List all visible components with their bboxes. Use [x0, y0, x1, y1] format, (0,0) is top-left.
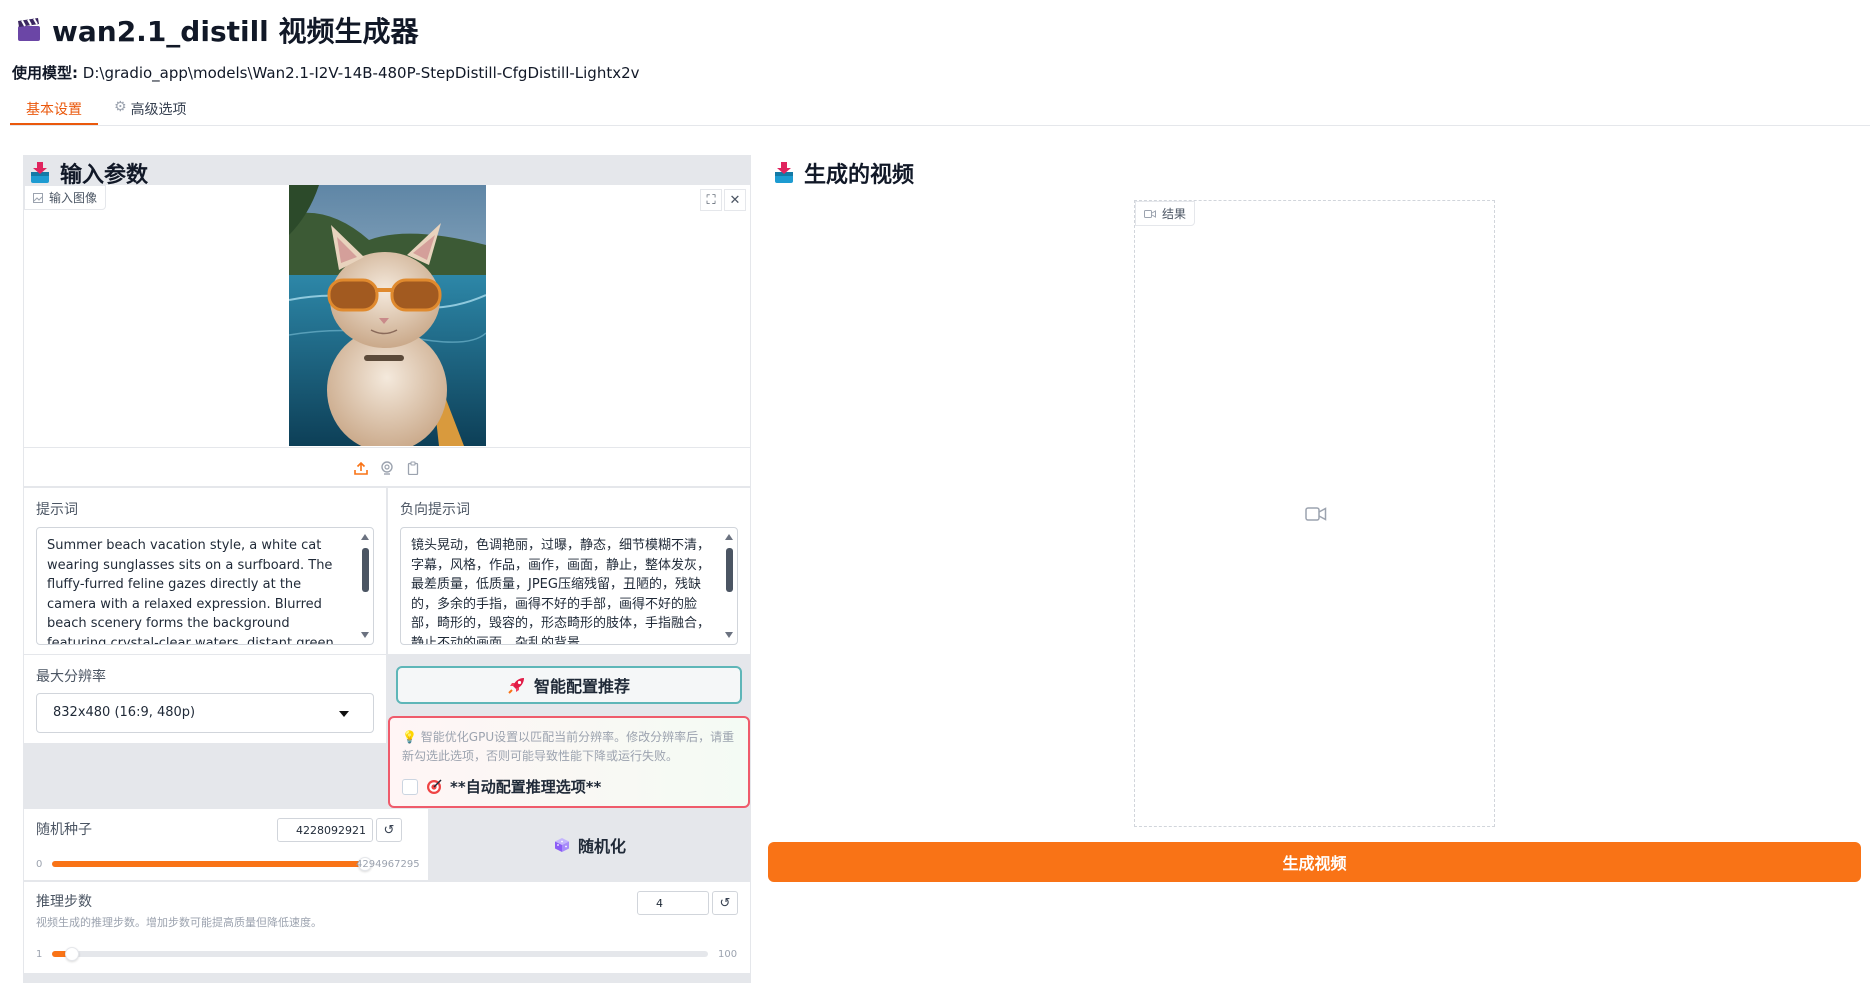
image-label-text: 输入图像 — [49, 191, 98, 205]
model-info: 使用模型: D:\gradio_app\models\Wan2.1-I2V-14… — [12, 62, 640, 83]
steps-field: 推理步数 视频生成的推理步数。增加步数可能提高质量但降低速度。 4 ↺ 1 10… — [24, 882, 750, 974]
seed-slider[interactable] — [52, 857, 373, 871]
seed-value: 4228092921 — [296, 824, 366, 837]
auto-config-checkbox[interactable] — [402, 778, 418, 795]
resolution-dropdown[interactable]: 832x480 (16:9, 480p) — [36, 693, 374, 733]
input-image-preview — [289, 185, 486, 446]
seed-input[interactable]: 4228092921 — [277, 818, 373, 842]
video-placeholder-icon — [1305, 507, 1327, 521]
prompt-label: 提示词 — [36, 502, 78, 518]
inbox-tray-icon — [31, 162, 49, 183]
seed-min: 0 — [36, 859, 43, 870]
video-label-text: 结果 — [1162, 207, 1187, 221]
inbox-tray-icon — [775, 162, 793, 183]
steps-reset-icon[interactable]: ↺ — [712, 891, 738, 915]
video-label: 结果 — [1135, 201, 1196, 226]
steps-min: 1 — [36, 949, 43, 960]
image-toolbar: ⛶ ✕ — [700, 189, 746, 211]
tab-label: 高级选项 — [130, 102, 187, 118]
prompt-textarea[interactable]: Summer beach vacation style, a white cat… — [36, 527, 374, 645]
seed-max: 4294967295 — [356, 859, 420, 870]
upload-icon[interactable] — [354, 461, 368, 475]
output-panel-title-text: 生成的视频 — [804, 163, 915, 188]
clipboard-icon[interactable] — [406, 460, 420, 475]
prompt-field: 提示词 Summer beach vacation style, a white… — [24, 488, 386, 654]
upload-source-row — [24, 447, 750, 487]
resolution-label: 最大分辨率 — [36, 669, 106, 685]
randomize-button[interactable]: 随机化 — [430, 809, 750, 880]
chevron-down-icon — [339, 711, 349, 717]
resolution-field: 最大分辨率 832x480 (16:9, 480p) — [24, 655, 386, 743]
auto-config-box: 💡 智能优化GPU设置以匹配当前分辨率。修改分辨率后，请重新勾选此选项，否则可能… — [388, 716, 750, 808]
video-output[interactable]: 结果 — [1134, 200, 1495, 827]
auto-config-label: **自动配置推理选项** — [450, 778, 602, 796]
negative-prompt-scrollbar[interactable] — [725, 534, 733, 638]
app-title-text: wan2.1_distill 视频生成器 — [52, 15, 419, 48]
video-camera-icon — [1144, 209, 1156, 218]
dice-icon — [554, 837, 569, 852]
tab-advanced-options[interactable]: ⚙ 高级选项 — [98, 96, 203, 125]
tab-basic-settings[interactable]: 基本设置 — [10, 96, 98, 125]
model-path: D:\gradio_app\models\Wan2.1-I2V-14B-480P… — [82, 64, 640, 82]
randomize-label: 随机化 — [577, 836, 626, 856]
negative-prompt-label: 负向提示词 — [400, 502, 470, 518]
image-icon — [33, 192, 43, 203]
negative-prompt-field: 负向提示词 镜头晃动，色调艳丽，过曝，静态，细节模糊不清，字幕，风格，作品，画作… — [388, 488, 750, 654]
tab-bar: 基本设置 ⚙ 高级选项 — [10, 96, 1870, 126]
image-label: 输入图像 — [24, 185, 107, 210]
resolution-value: 832x480 (16:9, 480p) — [53, 705, 196, 720]
model-label: 使用模型: — [12, 64, 78, 82]
output-panel-title: 生成的视频 — [774, 157, 914, 189]
steps-max: 100 — [718, 949, 738, 960]
auto-config-checkbox-row[interactable]: **自动配置推理选项** — [402, 776, 601, 797]
seed-reset-icon[interactable]: ↺ — [376, 818, 402, 842]
steps-slider[interactable] — [52, 947, 708, 961]
panel-divider — [23, 974, 751, 975]
gear-icon: ⚙ — [114, 99, 127, 115]
rocket-icon — [508, 678, 524, 694]
tab-label: 基本设置 — [26, 102, 82, 118]
auto-config-tip-text: 智能优化GPU设置以匹配当前分辨率。修改分辨率后，请重新勾选此选项，否则可能导致… — [402, 730, 735, 763]
app-title: wan2.1_distill 视频生成器 — [16, 10, 419, 50]
steps-input[interactable]: 4 — [637, 891, 709, 915]
seed-slider-fill — [52, 861, 366, 867]
smart-config-label: 智能配置推荐 — [533, 677, 630, 696]
clapper-icon — [18, 18, 40, 41]
steps-info: 视频生成的推理步数。增加步数可能提高质量但降低速度。 — [36, 916, 322, 929]
negative-prompt-text: 镜头晃动，色调艳丽，过曝，静态，细节模糊不清，字幕，风格，作品，画作，画面，静止… — [411, 538, 711, 645]
image-upload[interactable]: 输入图像 ⛶ ✕ — [24, 185, 750, 487]
smart-config-button[interactable]: 智能配置推荐 — [396, 666, 742, 704]
target-icon — [427, 778, 442, 794]
close-icon[interactable]: ✕ — [724, 189, 746, 211]
negative-prompt-textarea[interactable]: 镜头晃动，色调艳丽，过曝，静态，细节模糊不清，字幕，风格，作品，画作，画面，静止… — [400, 527, 738, 645]
steps-value: 4 — [656, 897, 663, 910]
fullscreen-icon[interactable]: ⛶ — [700, 189, 722, 211]
prompt-scrollbar[interactable] — [361, 534, 369, 638]
app-root: wan2.1_distill 视频生成器 使用模型: D:\gradio_app… — [0, 0, 1876, 983]
prompt-text: Summer beach vacation style, a white cat… — [47, 538, 334, 645]
lightbulb-icon: 💡 — [402, 730, 417, 744]
webcam-icon[interactable] — [380, 460, 394, 475]
steps-label: 推理步数 — [36, 894, 92, 910]
generate-video-button[interactable]: 生成视频 — [768, 842, 1861, 882]
generate-video-label: 生成视频 — [1282, 854, 1347, 873]
auto-config-tip: 💡 智能优化GPU设置以匹配当前分辨率。修改分辨率后，请重新勾选此选项，否则可能… — [402, 728, 742, 766]
steps-slider-handle[interactable] — [64, 947, 79, 961]
seed-label: 随机种子 — [36, 822, 92, 838]
seed-field: 随机种子 4228092921 ↺ 0 4294967295 — [24, 809, 428, 880]
